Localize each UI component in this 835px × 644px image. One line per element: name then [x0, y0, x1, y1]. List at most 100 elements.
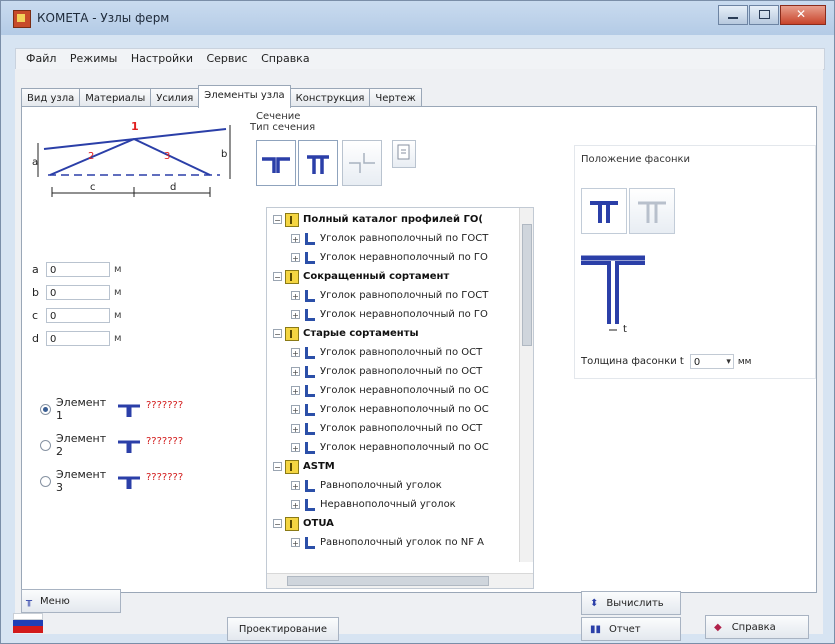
tree-expander-icon[interactable]: −	[273, 215, 282, 225]
profile-catalog-tree[interactable]: − Полный каталог профилей ГО(+ Уголок равн…	[266, 207, 534, 589]
dim-label: c	[32, 308, 39, 322]
element-3-option[interactable]: Элемент 3 ???????	[40, 468, 183, 494]
tree-expander-icon[interactable]: +	[291, 481, 300, 491]
gusset-top-button[interactable]	[581, 188, 627, 234]
tree-category[interactable]: − ASTM	[273, 457, 335, 476]
gusset-section-drawing: t	[581, 255, 645, 335]
tee-single-button[interactable]	[298, 140, 338, 186]
tree-expander-icon[interactable]: +	[291, 538, 300, 548]
maximize-button[interactable]	[749, 5, 779, 25]
tree-expander-icon[interactable]: +	[291, 500, 300, 510]
menu-modes[interactable]: Режимы	[70, 49, 117, 69]
tree-expander-icon[interactable]: +	[291, 424, 300, 434]
tree-label: Уголок неравнополочный по ОС	[320, 442, 489, 453]
tree-item[interactable]: + Уголок неравнополочный по ГО	[291, 305, 488, 324]
angle-profile-icon	[305, 289, 315, 302]
tree-item[interactable]: + Уголок равнополочный по ОСТ	[291, 343, 482, 362]
tee-section-icon	[118, 404, 140, 417]
element-2-radio[interactable]	[40, 439, 51, 451]
element-2-option[interactable]: Элемент 2 ???????	[40, 432, 183, 458]
tree-item[interactable]: + Уголок неравнополочный по ГО	[291, 248, 488, 267]
element-1-status: ???????	[146, 399, 184, 411]
tree-expander-icon[interactable]: +	[291, 253, 300, 263]
tab-materials[interactable]: Материалы	[79, 88, 152, 108]
dim-b-input[interactable]: 0	[46, 284, 110, 300]
tab-forces[interactable]: Усилия	[150, 88, 200, 108]
tab-node-view[interactable]: Вид узла	[21, 88, 81, 108]
tree-expander-icon[interactable]: +	[291, 386, 300, 396]
tree-category[interactable]: − Сокращенный сортамент	[273, 267, 449, 286]
menu-button[interactable]: ╥ Меню	[21, 589, 121, 613]
tree-expander-icon[interactable]: +	[291, 443, 300, 453]
design-button[interactable]: Проектирование	[227, 617, 339, 641]
tab-drawing[interactable]: Чертеж	[369, 88, 422, 108]
close-button[interactable]	[780, 5, 826, 25]
menu-settings[interactable]: Настройки	[131, 49, 193, 69]
tree-item[interactable]: + Уголок равнополочный по ГОСТ	[291, 286, 488, 305]
tee-two-angles-button[interactable]	[256, 140, 296, 186]
tree-item[interactable]: + Равнополочный уголок	[291, 476, 442, 495]
tree-label: Уголок равнополочный по ГОСТ	[320, 290, 489, 301]
tree-category[interactable]: − Старые сортаменты	[273, 324, 419, 343]
angle-profile-icon	[305, 232, 315, 245]
tree-expander-icon[interactable]: +	[291, 291, 300, 301]
section-preview-button[interactable]	[392, 140, 416, 168]
angle-profile-icon	[305, 536, 315, 549]
tree-expander-icon[interactable]: +	[291, 405, 300, 415]
tree-expander-icon[interactable]: +	[291, 348, 300, 358]
gusset-thickness-select[interactable]: 0	[689, 354, 734, 370]
element-3-radio[interactable]	[40, 475, 51, 487]
tree-item[interactable]: + Неравнополочный уголок	[291, 495, 456, 514]
angle-profile-icon	[305, 498, 315, 511]
menu-file[interactable]: Файл	[26, 49, 56, 69]
angle-profile-icon	[305, 365, 315, 378]
gusset-bottom-button[interactable]	[629, 188, 675, 234]
tree-expander-icon[interactable]: −	[273, 519, 282, 529]
element-1-option[interactable]: Элемент 1 ???????	[40, 396, 184, 422]
tree-expander-icon[interactable]: −	[273, 272, 282, 282]
tree-horizontal-scrollbar[interactable]	[267, 573, 533, 588]
menu-button-icon: ╥	[26, 596, 33, 607]
cross-section-button[interactable]	[342, 140, 382, 186]
language-flag-icon[interactable]	[13, 613, 43, 633]
tree-item[interactable]: + Уголок равнополочный по ОСТ	[291, 419, 482, 438]
diagram-label-1: 1	[131, 120, 139, 133]
tree-item[interactable]: + Уголок равнополочный по ГОСТ	[291, 229, 488, 248]
menu-help[interactable]: Справка	[261, 49, 309, 69]
tree-category[interactable]: − Полный каталог профилей ГО(	[273, 210, 483, 229]
tree-label: Уголок равнополочный по ГОСТ	[320, 233, 489, 244]
client-area: Вид узла Материалы Усилия Элементы узла …	[15, 69, 823, 641]
tree-item[interactable]: + Равнополочный уголок по NF A	[291, 533, 484, 552]
dim-label: a	[32, 262, 39, 276]
help-button[interactable]: ◆ Справка	[705, 615, 809, 639]
scroll-thumb[interactable]	[522, 224, 532, 346]
tab-node-elements[interactable]: Элементы узла	[198, 85, 291, 108]
minimize-button[interactable]	[718, 5, 748, 25]
tree-expander-icon[interactable]: +	[291, 234, 300, 244]
dim-a-input[interactable]: 0	[46, 261, 110, 277]
tree-label: Равнополочный уголок	[320, 480, 442, 491]
tree-vertical-scrollbar[interactable]	[519, 208, 533, 562]
report-button[interactable]: ▮▮ Отчет	[581, 617, 681, 641]
element-1-radio[interactable]	[40, 403, 51, 415]
angle-profile-icon	[305, 251, 315, 264]
scroll-thumb[interactable]	[287, 576, 489, 586]
tree-item[interactable]: + Уголок равнополочный по ОСТ	[291, 362, 482, 381]
calculate-button[interactable]: ⬍ Вычислить	[581, 591, 681, 615]
tab-construction[interactable]: Конструкция	[289, 88, 371, 108]
dim-label: d	[32, 331, 39, 345]
tree-item[interactable]: + Уголок неравнополочный по ОС	[291, 400, 489, 419]
dim-d-input[interactable]: 0	[46, 330, 110, 346]
tree-expander-icon[interactable]: +	[291, 367, 300, 377]
help-button-label: Справка	[731, 622, 776, 633]
tree-expander-icon[interactable]: −	[273, 329, 282, 339]
flag-stripe-red	[13, 626, 43, 633]
dim-c-input[interactable]: 0	[46, 307, 110, 323]
tree-label: Уголок неравнополочный по ОС	[320, 385, 489, 396]
tree-expander-icon[interactable]: −	[273, 462, 282, 472]
tree-item[interactable]: + Уголок неравнополочный по ОС	[291, 381, 489, 400]
tree-category[interactable]: − OTUA	[273, 514, 334, 533]
menu-service[interactable]: Сервис	[206, 49, 247, 69]
tree-item[interactable]: + Уголок неравнополочный по ОС	[291, 438, 489, 457]
tree-expander-icon[interactable]: +	[291, 310, 300, 320]
